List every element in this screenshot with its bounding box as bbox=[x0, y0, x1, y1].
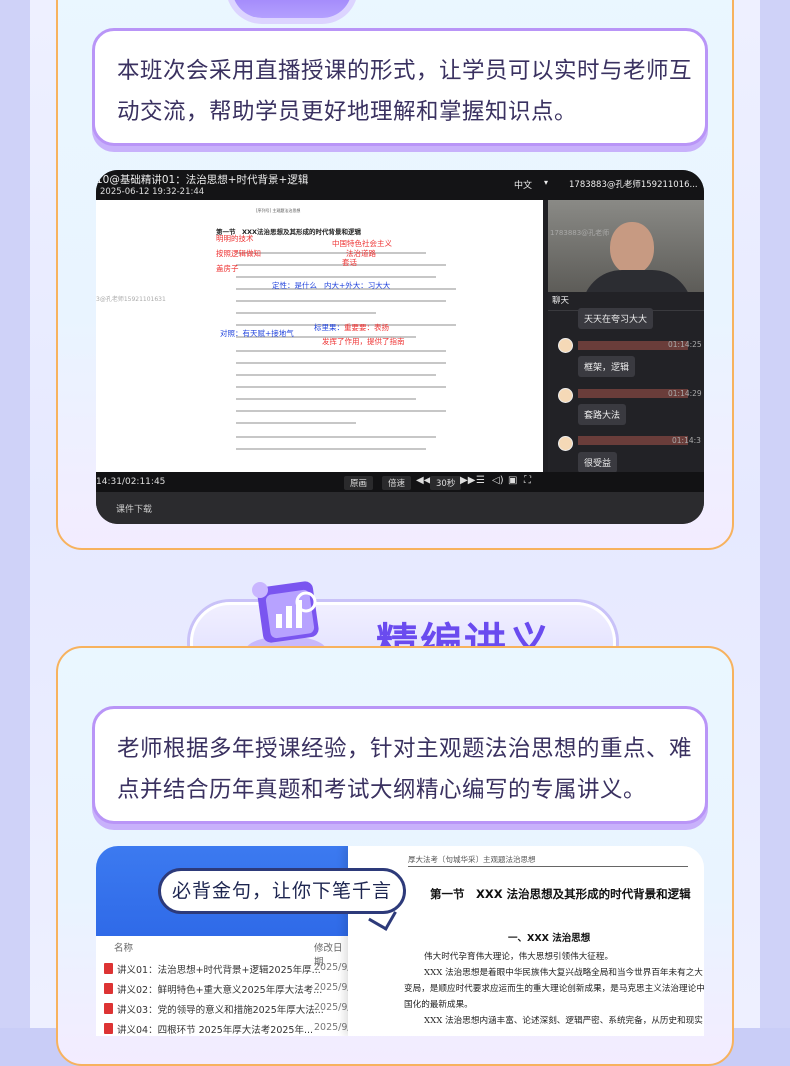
file-date: 2025/9/ bbox=[314, 962, 351, 973]
list-icon[interactable]: ☰ bbox=[476, 475, 485, 486]
player-controls: 14:31/02:11:45 原画 倍速 ◀◀ 30秒 ▶▶ ☰ ◁) ▣ ⛶ bbox=[96, 472, 704, 492]
quality-button[interactable]: 原画 bbox=[344, 476, 374, 490]
chat-message: 很受益 bbox=[578, 452, 618, 473]
slide-watermark: 3@孔老师15921101631 bbox=[96, 296, 166, 303]
annotation: 盖房子 bbox=[216, 264, 239, 273]
page-heading: 一、XXX 法治思想 bbox=[508, 933, 591, 944]
pdf-icon bbox=[104, 1023, 113, 1034]
chat-message: 套路大法 bbox=[578, 404, 627, 425]
chevron-down-icon[interactable]: ▾ bbox=[544, 178, 548, 187]
text-line bbox=[236, 350, 446, 352]
pdf-icon bbox=[104, 963, 113, 974]
text-line bbox=[236, 422, 356, 424]
text-line bbox=[236, 362, 446, 364]
annotation: 对照：有天赋+接地气 bbox=[220, 329, 294, 338]
file-name: 讲义03：党的领导的意义和措施2025年厚大法... bbox=[117, 1005, 324, 1016]
left-border bbox=[0, 0, 30, 1028]
download-slides-button[interactable]: 课件下载 bbox=[116, 502, 152, 515]
annotation: 发挥了作用，提供了指南 bbox=[322, 337, 405, 346]
teacher-camera: 1783883@孔老师 bbox=[548, 200, 704, 292]
pip-icon[interactable]: ▣ bbox=[508, 475, 517, 486]
fullscreen-icon[interactable]: ⛶ bbox=[524, 475, 531, 486]
handout-page: 厚大法考〔句城华采〕主观题法治思想 第一节 XXX 法治思想及其形成的时代背景和… bbox=[348, 846, 704, 1036]
text-line bbox=[236, 374, 436, 376]
text-line bbox=[236, 410, 446, 412]
chat-time: 01:14:3 bbox=[672, 436, 701, 445]
file-row[interactable]: 讲义01：法治思想+时代背景+逻辑2025年厚... bbox=[104, 962, 321, 976]
pdf-icon bbox=[104, 1003, 113, 1014]
section-badge bbox=[232, 0, 352, 18]
annotation: 按照逻辑做知 bbox=[216, 249, 261, 258]
chat-panel: 聊天 天天在夸习大大 01:14:25 框架，逻辑 01:14:29 套路大法 … bbox=[548, 292, 704, 473]
chat-header: 聊天 bbox=[552, 296, 570, 306]
text-line bbox=[236, 252, 426, 254]
page-section-title: 第一节 XXX 法治思想及其形成的时代背景和逻辑 bbox=[430, 887, 691, 901]
page-header: 厚大法考〔句城华采〕主观题法治思想 bbox=[408, 855, 536, 864]
teacher-body bbox=[582, 270, 692, 292]
avatar bbox=[558, 436, 573, 451]
file-row[interactable]: 讲义03：党的领导的意义和措施2025年厚大法... bbox=[104, 1002, 324, 1016]
paragraph-line: XXX 法治思想是着眼中华民族伟大复兴战略全局和当今世界百年未有之大 bbox=[424, 968, 703, 978]
forward-icon[interactable]: ▶▶ bbox=[460, 475, 475, 486]
handout-text-box: 老师根据多年授课经验，针对主观题法治思想的重点、难点并结合历年真题和考试大纲精心… bbox=[92, 706, 708, 824]
speech-bubble: 必背金句，让你下笔千言 bbox=[158, 868, 406, 914]
handout-text: 老师根据多年授课经验，针对主观题法治思想的重点、难点并结合历年真题和考试大纲精心… bbox=[117, 736, 693, 803]
slide-document: [序列号] 主观题法治思想 第一节 XXX法治思想及其形成的时代背景和逻辑 3@… bbox=[96, 200, 543, 472]
paragraph-line: 伟大时代孕育伟大理论，伟大思想引领伟大征程。 bbox=[424, 952, 614, 962]
intro-text: 本班次会采用直播授课的形式，让学员可以实时与老师互动交流，帮助学员更好地理解和掌… bbox=[117, 58, 693, 125]
text-line bbox=[236, 448, 426, 450]
player-title: 10@基础精讲01：法治思想+时代背景+逻辑 bbox=[96, 174, 309, 186]
file-name: 讲义01：法治思想+时代背景+逻辑2025年厚... bbox=[117, 965, 321, 976]
header-rule bbox=[408, 866, 688, 867]
annotation: 定性：是什么 bbox=[272, 281, 317, 290]
paragraph-line: 变局，是顺应时代要求应运而生的重大理论创新成果，是马克思主义法治理论中 bbox=[404, 984, 704, 994]
chat-message: 天天在夸习大大 bbox=[578, 308, 654, 329]
player-bottom-bar: 课件下载 bbox=[96, 492, 704, 524]
annotation: 内大+外大：习大大 bbox=[324, 281, 391, 290]
speed-button[interactable]: 倍速 bbox=[382, 476, 412, 490]
paragraph-line: XXX 法治思想内涵丰富、论述深刻、逻辑严密、系统完备，从历史和现实 bbox=[424, 1016, 703, 1026]
file-row[interactable]: 讲义04：四根环节 2025年厚大法考2025年... bbox=[104, 1022, 313, 1036]
text-line bbox=[236, 276, 436, 278]
file-list: 名称 修改日期 讲义01：法治思想+时代背景+逻辑2025年厚... 2025/… bbox=[96, 936, 351, 1036]
annotation: 套话 bbox=[342, 258, 357, 267]
avatar bbox=[558, 338, 573, 353]
video-player[interactable]: 10@基础精讲01：法治思想+时代背景+逻辑 2025-06-12 19:32-… bbox=[96, 170, 704, 524]
volume-icon[interactable]: ◁) bbox=[492, 475, 504, 486]
user-id: 1783883@孔老师159211016... bbox=[569, 180, 698, 190]
playback-time: 14:31/02:11:45 bbox=[96, 477, 166, 487]
player-top-bar: 10@基础精讲01：法治思想+时代背景+逻辑 2025-06-12 19:32-… bbox=[96, 170, 704, 200]
file-name: 讲义04：四根环节 2025年厚大法考2025年... bbox=[117, 1025, 314, 1036]
file-name: 讲义02：鲜明特色+重大意义2025年厚大法考... bbox=[117, 985, 323, 996]
annotation: 标里果： bbox=[314, 323, 344, 332]
chat-time: 01:14:29 bbox=[668, 389, 702, 398]
annotation: 明明的技术 bbox=[216, 234, 254, 243]
text-line bbox=[236, 436, 436, 438]
speech-text: 必背金句，让你下笔千言 bbox=[171, 880, 392, 902]
language-select[interactable]: 中文 bbox=[514, 178, 532, 191]
avatar bbox=[558, 388, 573, 403]
player-datetime: 2025-06-12 19:32-21:44 bbox=[100, 187, 205, 197]
annotation: 重要要：表扬 bbox=[344, 323, 389, 332]
file-row[interactable]: 讲义02：鲜明特色+重大意义2025年厚大法考... bbox=[104, 982, 322, 996]
camera-watermark: 1783883@孔老师 bbox=[550, 229, 610, 237]
text-line bbox=[236, 398, 416, 400]
text-line bbox=[236, 386, 446, 388]
teacher-face bbox=[610, 222, 654, 274]
skip-button[interactable]: 30秒 bbox=[430, 476, 462, 490]
file-date: 2025/9/ bbox=[314, 982, 351, 993]
column-name: 名称 bbox=[114, 943, 134, 954]
paragraph-line: 国化的最新成果。 bbox=[404, 1000, 473, 1010]
chat-time: 01:14:25 bbox=[668, 340, 702, 349]
chat-message: 框架，逻辑 bbox=[578, 356, 636, 377]
right-border bbox=[760, 0, 790, 1028]
text-line bbox=[236, 300, 446, 302]
text-line bbox=[236, 264, 446, 266]
pdf-icon bbox=[104, 983, 113, 994]
slide-header: [序列号] 主观题法治思想 bbox=[256, 208, 301, 213]
file-date: 2025/9/ bbox=[314, 1002, 351, 1013]
text-line bbox=[236, 312, 376, 314]
intro-text-box: 本班次会采用直播授课的形式，让学员可以实时与老师互动交流，帮助学员更好地理解和掌… bbox=[92, 28, 708, 146]
